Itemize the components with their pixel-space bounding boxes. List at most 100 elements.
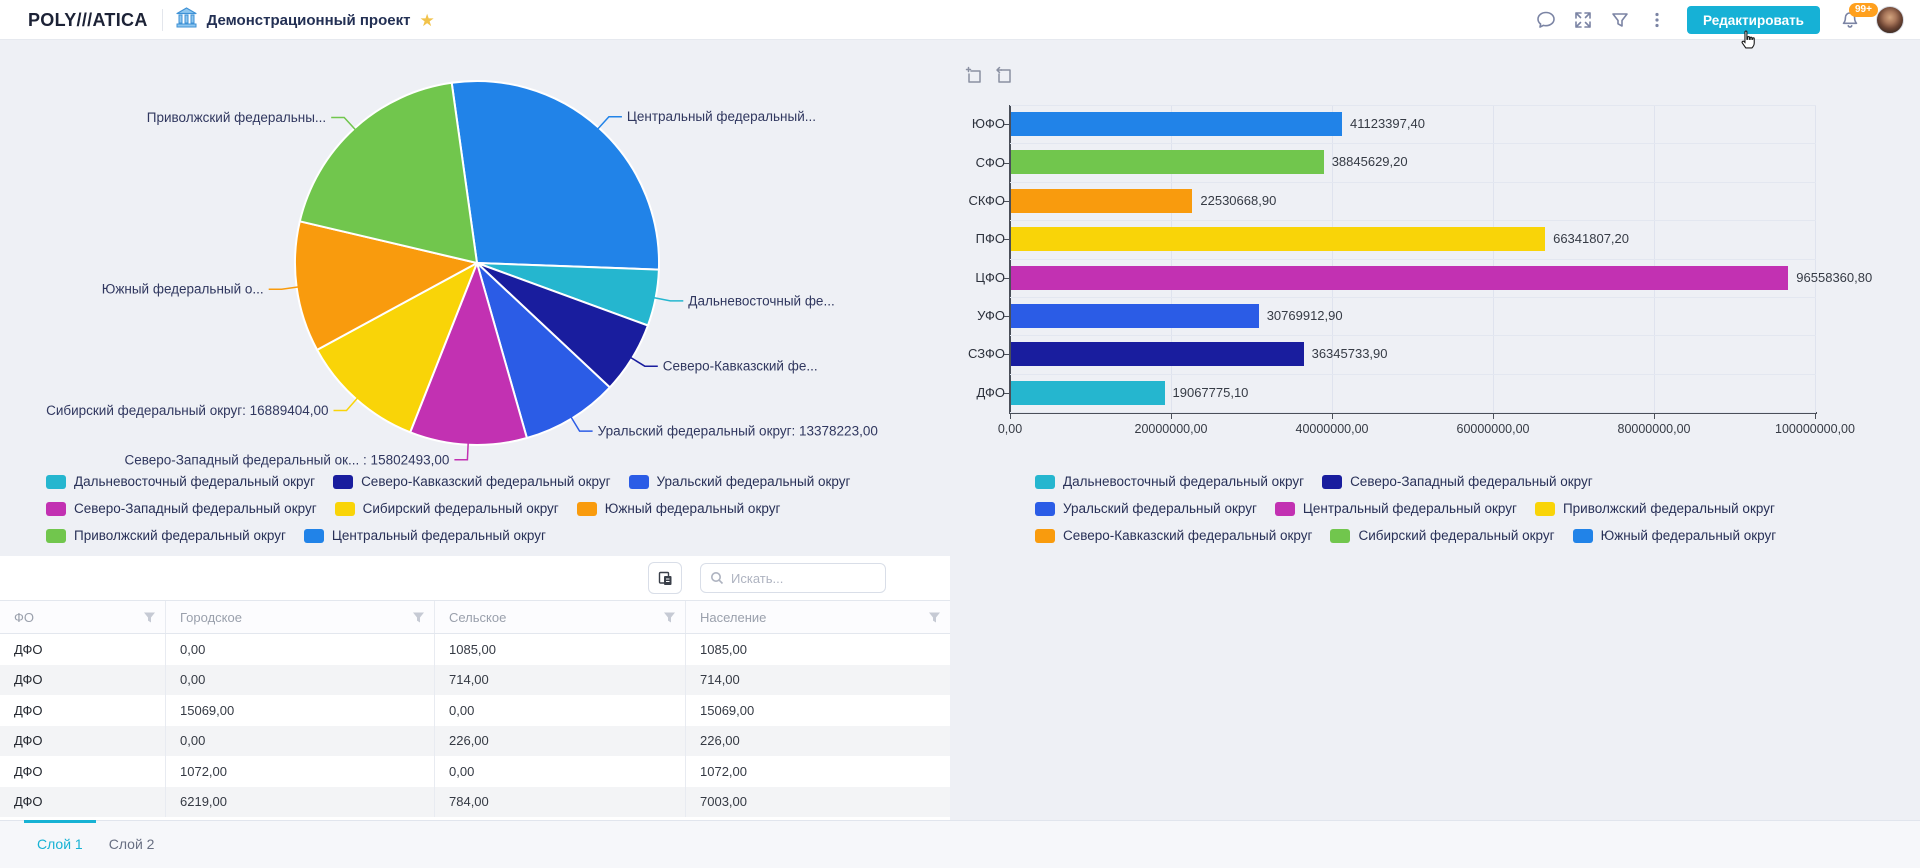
search-input[interactable] — [731, 570, 876, 586]
bar-value-label: 22530668,90 — [1200, 192, 1277, 208]
bar-7[interactable] — [1011, 342, 1304, 367]
legend-item[interactable]: Приволжский федеральный округ — [46, 528, 286, 543]
zoom-frame-plus-icon[interactable] — [963, 65, 985, 87]
table-cell: ДФО — [0, 695, 166, 726]
bar-category-label: УФО — [977, 308, 1005, 324]
legend-item-label: Сибирский федеральный округ — [1358, 528, 1555, 543]
table-cell: 1085,00 — [700, 641, 747, 657]
bar-value-label: 41123397,40 — [1350, 116, 1425, 131]
legend-item[interactable]: Южный федеральный округ — [1572, 528, 1776, 543]
legend-item[interactable]: Северо-Кавказский федеральный округ — [333, 474, 611, 489]
app-header: POLY///ATICA Демонстрационный проект ★ Р… — [0, 0, 1920, 40]
bar-category-label: ЮФО — [971, 116, 1005, 132]
star-icon[interactable]: ★ — [419, 12, 434, 29]
legend-item[interactable]: Дальневосточный федеральный округ — [1035, 474, 1304, 489]
column-header-1: ФО — [0, 601, 166, 633]
bar-value-label: 36345733,90 — [1311, 346, 1388, 362]
column-header-label: Городское — [180, 609, 242, 625]
table-cell: 714,00 — [700, 672, 740, 688]
legend-row: Дальневосточный федеральный округ Северо-… — [1035, 474, 1776, 489]
table-row[interactable]: ДФО 15069,00 0,00 15069,00 — [0, 695, 950, 726]
bar-8[interactable] — [1011, 380, 1165, 405]
legend-item[interactable]: Уральский федеральный округ — [1035, 501, 1257, 516]
bar-3[interactable] — [1011, 188, 1193, 213]
legend-item[interactable]: Центральный федеральный округ — [1274, 501, 1517, 516]
legend-item[interactable]: Северо-Западный федеральный округ — [46, 501, 317, 516]
axis-tick — [1004, 162, 1009, 164]
tab-layer-1[interactable]: Слой 1 — [24, 820, 96, 868]
tab-layer-2[interactable]: Слой 2 — [96, 821, 168, 868]
table-row[interactable]: ДФО 0,00 226,00 226,00 — [0, 725, 950, 756]
gridline — [1010, 181, 1816, 183]
table-cell: ДФО — [0, 725, 166, 756]
legend-swatch — [576, 501, 597, 516]
legend-row: Уральский федеральный округ Центральный ф… — [1035, 501, 1776, 516]
legend-item[interactable]: Приволжский федеральный округ — [1534, 501, 1775, 516]
legend-item[interactable]: Центральный федеральный округ — [303, 528, 546, 543]
legend-item-label: Сибирский федеральный округ — [362, 501, 559, 516]
legend-swatch — [46, 528, 66, 543]
legend-item[interactable]: Южный федеральный округ — [576, 501, 780, 516]
legend-item[interactable]: Северо-Западный федеральный округ — [1322, 474, 1593, 489]
legend-swatch — [1035, 528, 1055, 543]
bar-6[interactable] — [1011, 303, 1259, 328]
notifications-bell-icon[interactable]: 99+ — [1839, 3, 1878, 31]
bar-2[interactable] — [1011, 150, 1324, 175]
bar-4[interactable] — [1011, 227, 1546, 252]
legend-swatch — [628, 474, 649, 489]
column-filter-icon[interactable] — [928, 611, 941, 624]
legend-item[interactable]: Сибирский федеральный округ — [334, 501, 559, 516]
axis-tick — [1654, 414, 1655, 419]
column-header-label: Население — [700, 609, 767, 625]
legend-swatch — [1572, 528, 1593, 543]
user-avatar[interactable] — [1876, 6, 1904, 34]
table-row[interactable]: ДФО 6219,00 784,00 7003,00 — [0, 786, 950, 817]
gridline — [1010, 220, 1816, 222]
search-icon — [711, 572, 724, 585]
gridline — [1010, 105, 1816, 106]
axis-tick — [1815, 414, 1816, 419]
column-filter-icon[interactable] — [143, 611, 156, 624]
legend-item-label: Уральский федеральный округ — [1063, 501, 1257, 516]
step-back-icon[interactable] — [993, 65, 1015, 87]
bank-icon — [175, 7, 198, 33]
gridline — [1010, 373, 1816, 375]
comments-icon[interactable] — [1535, 9, 1557, 31]
column-filter-icon[interactable] — [663, 611, 676, 624]
table-row[interactable]: ДФО 0,00 1085,00 1085,00 — [0, 634, 950, 665]
copy-button[interactable] — [648, 562, 682, 594]
legend-item-label: Северо-Западный федеральный округ — [74, 501, 317, 516]
layer-tab-bar: Слой 1 Слой 2 — [0, 820, 1920, 868]
x-tick-label: 100000000,00 — [1775, 422, 1855, 436]
legend-item-label: Дальневосточный федеральный округ — [1063, 474, 1305, 489]
table-cell: 15069,00 — [166, 695, 435, 726]
edit-button[interactable]: Редактировать — [1687, 6, 1820, 34]
pie-callout-label: Северо-Кавказский фе... — [663, 359, 818, 374]
bar-value-label: 19067775,10 — [1172, 384, 1249, 400]
x-tick-label: 60000000,00 — [1456, 422, 1530, 436]
bar-value-label: 38845629,20 — [1331, 154, 1408, 170]
legend-item[interactable]: Северо-Кавказский федеральный округ — [1035, 528, 1312, 543]
more-options-icon[interactable] — [1646, 9, 1668, 31]
filter-icon[interactable] — [1609, 9, 1631, 31]
bar-category-label: СКФО — [968, 192, 1005, 208]
pie-callout-label: Сибирский федеральный округ: 16889404,00 — [46, 403, 328, 418]
table-row[interactable]: ДФО 1072,00 0,00 1072,00 — [0, 756, 950, 787]
legend-item[interactable]: Сибирский федеральный округ — [1330, 528, 1555, 543]
legend-swatch — [1534, 501, 1555, 516]
axis-tick — [1332, 414, 1333, 419]
fullscreen-icon[interactable] — [1572, 9, 1594, 31]
bar-5[interactable] — [1011, 265, 1789, 290]
table-header: ФО Городское Сельское Население — [0, 600, 950, 634]
table-toolbar — [0, 556, 950, 600]
axis-tick — [1171, 414, 1172, 419]
x-tick-label: 80000000,00 — [1617, 422, 1691, 436]
bar-1[interactable] — [1011, 112, 1342, 136]
pie-chart: Центральный федеральный... Дальневосточны… — [46, 80, 878, 467]
legend-item[interactable]: Дальневосточный федеральный округ — [46, 474, 315, 489]
gridline — [1010, 296, 1816, 298]
axis-tick — [1004, 277, 1009, 279]
column-filter-icon[interactable] — [412, 611, 425, 624]
legend-item[interactable]: Уральский федеральный округ — [628, 474, 850, 489]
table-row[interactable]: ДФО 0,00 714,00 714,00 — [0, 664, 950, 695]
